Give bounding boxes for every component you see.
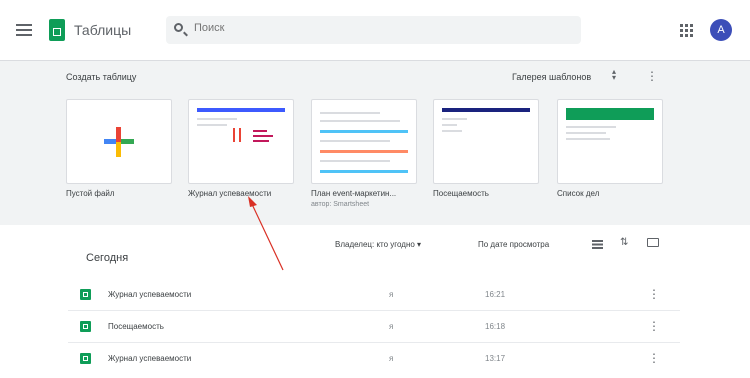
annotation-arrow <box>248 196 284 271</box>
